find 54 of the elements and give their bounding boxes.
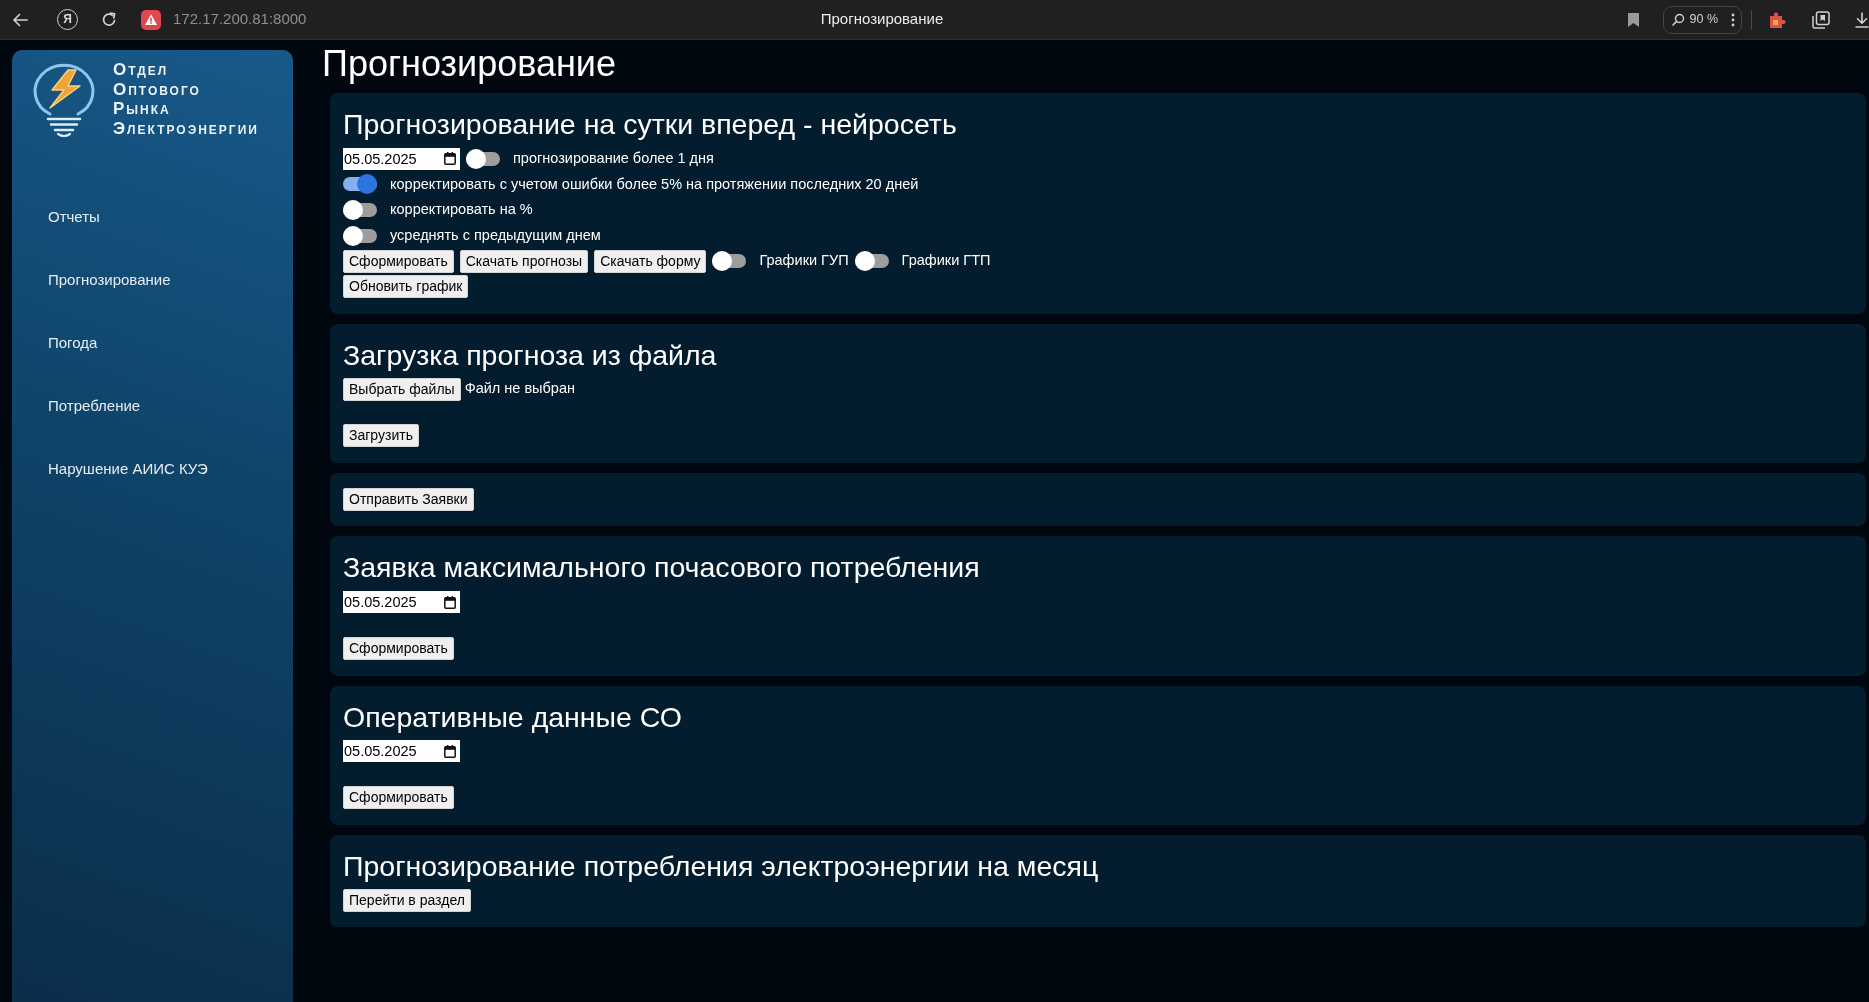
date-field[interactable]: 05.05.2025 [343,591,460,614]
address-text[interactable]: 172.17.200.81:8000 [173,8,307,31]
logo-text: Отдел Оптового Рынка Электроэнергии [113,60,259,138]
nav-link[interactable]: Потребление [48,394,141,418]
calendar-icon[interactable] [444,744,456,758]
action-button[interactable]: Сформировать [343,637,454,661]
magnifier-icon [1671,13,1685,26]
action-button[interactable]: Скачать прогнозы [459,249,589,273]
toggle-switch[interactable] [854,251,889,272]
switch-label: Графики ГУП [759,251,849,271]
bookmark-icon[interactable] [1627,12,1639,27]
reload-icon[interactable] [101,11,117,28]
choose-files-button[interactable]: Выбрать файлы [343,377,461,401]
nav-link[interactable]: Нарушение АИИС КУЭ [48,457,208,481]
warning-icon[interactable] [141,9,161,30]
toggle-switch[interactable] [466,148,500,169]
section-title: Загрузка прогноза из файла [343,337,718,372]
action-button[interactable]: Сформировать [343,249,454,273]
puzzle-icon[interactable] [1768,10,1786,29]
action-button[interactable]: Скачать форму [594,249,707,273]
nav-link[interactable]: Отчеты [48,205,100,229]
more-menu-icon[interactable] [1731,12,1735,27]
action-button[interactable]: Отправить Заявки [343,488,474,512]
switch-label: корректировать с учетом ошибки более 5% на протяжении последних 20 дней [390,174,919,194]
section-title: Оперативные данные СО [343,699,683,734]
nav-link[interactable]: Погода [48,331,98,355]
action-button[interactable]: Обновить график [343,275,469,299]
action-button[interactable]: Загрузить [343,424,419,448]
collections-icon[interactable] [1812,10,1830,29]
page-title: Прогнозирование [322,43,617,85]
back-icon[interactable] [12,12,28,27]
action-button[interactable]: Перейти в раздел [343,889,471,912]
calendar-icon[interactable] [444,595,456,609]
toggle-switch[interactable] [343,174,377,195]
switch-label: корректировать на % [390,200,533,220]
date-field[interactable]: 05.05.2025 [343,147,460,170]
download-icon[interactable] [1855,11,1869,28]
section-title: Прогнозирование на сутки вперед - нейросеть [343,107,958,141]
calendar-icon[interactable] [444,152,456,166]
section-title: Прогнозирование потребления электроэнергии на месяц [343,848,1100,883]
switch-label: прогнозирование более 1 дня [513,148,714,168]
switch-label: усреднять с предыдущим днем [390,225,601,245]
toggle-switch[interactable] [343,200,377,220]
section-title: Заявка максимального почасового потребления [343,550,981,585]
date-field[interactable]: 05.05.2025 [343,740,460,763]
tab-title: Прогнозирование [820,9,944,30]
toggle-switch[interactable] [712,251,747,272]
zoom-level-text: 90 % [1689,11,1718,29]
toggle-switch[interactable] [343,225,377,246]
zoom-pill[interactable]: 90 % [1662,5,1742,34]
nav-link[interactable]: Прогнозирование [48,268,171,292]
file-status-text: Файл не выбран [464,379,575,399]
action-button[interactable]: Сформировать [343,786,454,810]
switch-label: Графики ГТП [901,251,991,271]
